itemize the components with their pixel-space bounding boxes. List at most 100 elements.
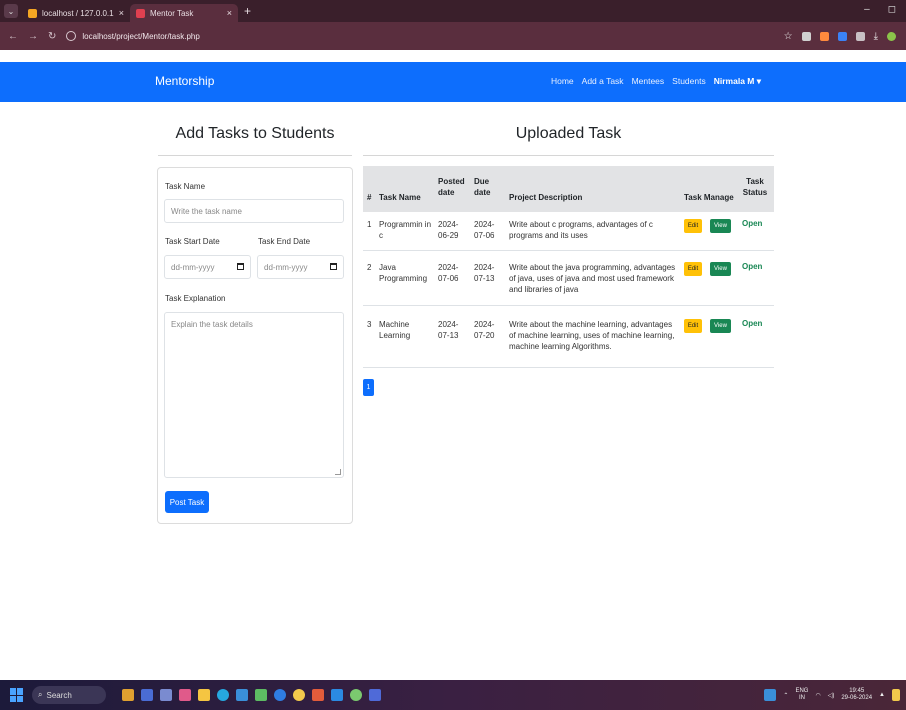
tab-search-icon[interactable]: ⌄ <box>4 4 18 18</box>
new-tab-button[interactable]: + <box>244 4 251 18</box>
close-tab-icon[interactable]: × <box>227 8 232 18</box>
col-header-description: Project Description <box>509 193 583 202</box>
row-task-name: Programmin in c <box>379 220 432 240</box>
clock[interactable]: 19:45 29-06-2024 <box>841 688 872 702</box>
app-icon[interactable] <box>236 689 248 701</box>
app-icon[interactable] <box>255 689 267 701</box>
nav-add-task[interactable]: Add a Task <box>582 76 624 87</box>
windows-start-icon[interactable] <box>10 688 24 702</box>
row-posted-date: 2024-07-06 <box>438 263 459 283</box>
brand-link[interactable]: Mentorship <box>155 74 214 88</box>
nav-links: Home Add a Task Mentees Students Nirmala… <box>551 76 761 87</box>
row-posted-date: 2024-07-13 <box>438 320 459 340</box>
url-text: localhost/project/Mentor/task.php <box>82 31 200 41</box>
chevron-up-icon[interactable]: ⌃ <box>783 692 788 699</box>
close-tab-icon[interactable]: × <box>119 8 124 18</box>
view-button[interactable]: View <box>710 319 731 333</box>
app-icon[interactable] <box>369 689 381 701</box>
add-tasks-heading: Add Tasks to Students <box>175 125 335 142</box>
edit-button[interactable]: Edit <box>684 262 702 276</box>
tab-phpmyadmin[interactable]: localhost / 127.0.0.1 | phpMyA × <box>22 4 130 22</box>
row-description: Write about c programs, advantages of c … <box>509 220 653 240</box>
app-icon[interactable] <box>274 689 286 701</box>
system-tray: ⌃ ENG IN ◠ ◁) 19:45 29-06-2024 ▲ <box>764 688 900 702</box>
start-date-input[interactable]: dd-mm-yyyy <box>164 255 251 279</box>
calendar-icon[interactable] <box>237 263 244 270</box>
end-date-input[interactable]: dd-mm-yyyy <box>257 255 344 279</box>
extensions-puzzle-icon[interactable] <box>855 31 865 41</box>
start-date-label: Task Start Date <box>165 237 220 246</box>
task-name-input[interactable]: Write the task name <box>164 199 344 223</box>
calendar-icon[interactable] <box>330 263 337 270</box>
app-icon[interactable] <box>122 689 134 701</box>
col-header-number: # <box>367 193 372 202</box>
edit-button[interactable]: Edit <box>684 219 702 233</box>
row-due-date: 2024-07-06 <box>474 220 495 240</box>
file-explorer-icon[interactable] <box>198 689 210 701</box>
extension-icon[interactable] <box>801 31 811 41</box>
browser-tab-bar: ⌄ localhost / 127.0.0.1 | phpMyA × Mento… <box>0 0 906 22</box>
row-number: 1 <box>367 220 372 229</box>
back-arrow-icon[interactable]: ← <box>8 31 18 42</box>
profile-avatar-icon[interactable] <box>887 31 896 41</box>
widgets-icon[interactable] <box>892 689 900 701</box>
nav-home[interactable]: Home <box>551 76 574 87</box>
app-icon[interactable] <box>312 689 324 701</box>
view-button[interactable]: View <box>710 262 731 276</box>
extension-icon[interactable] <box>819 31 829 41</box>
resize-handle-icon[interactable] <box>335 469 341 475</box>
app-icon[interactable] <box>160 689 172 701</box>
view-button[interactable]: View <box>710 219 731 233</box>
wifi-icon[interactable]: ◠ <box>815 692 820 699</box>
url-field[interactable]: localhost/project/Mentor/task.php <box>66 26 783 46</box>
row-description: Write about the machine learning, advant… <box>509 320 675 351</box>
clock-date: 29-06-2024 <box>841 695 873 701</box>
chrome-icon[interactable] <box>293 689 305 701</box>
divider <box>158 155 352 156</box>
restore-button[interactable]: ◻ <box>888 4 896 15</box>
minimize-button[interactable]: – <box>864 4 870 15</box>
taskbar-apps <box>122 689 381 701</box>
edge-icon[interactable] <box>217 689 229 701</box>
end-date-label: Task End Date <box>258 237 311 246</box>
edit-button[interactable]: Edit <box>684 319 702 333</box>
status-badge: Open <box>742 219 763 228</box>
row-due-date: 2024-07-13 <box>474 263 495 283</box>
status-badge: Open <box>742 319 763 328</box>
user-menu[interactable]: Nirmala M ▾ <box>714 76 761 87</box>
volume-icon[interactable]: ◁) <box>828 692 835 699</box>
notification-bell-icon[interactable]: ▲ <box>879 692 885 698</box>
language-indicator[interactable]: ENG IN <box>795 688 808 702</box>
tab-mentor-task[interactable]: Mentor Task × <box>130 4 238 22</box>
app-icon[interactable] <box>350 689 362 701</box>
col-header-task-status: Task Status <box>742 177 768 197</box>
nav-students[interactable]: Students <box>672 76 706 87</box>
task-explanation-placeholder: Explain the task details <box>171 320 253 329</box>
forward-arrow-icon[interactable]: → <box>28 31 38 42</box>
os-taskbar: ⌕ Search ⌃ ENG IN ◠ ◁) 19:45 29-06-2024 … <box>0 680 906 710</box>
start-date-placeholder: dd-mm-yyyy <box>171 263 215 272</box>
task-explanation-textarea[interactable]: Explain the task details <box>164 312 344 478</box>
status-badge: Open <box>742 262 763 271</box>
tray-app-icon[interactable] <box>764 689 777 701</box>
app-icon[interactable] <box>179 689 191 701</box>
download-icon[interactable]: ⤓ <box>874 31 878 42</box>
vscode-icon[interactable] <box>331 689 343 701</box>
row-posted-date: 2024-06-29 <box>438 220 459 240</box>
site-info-icon[interactable] <box>66 31 77 41</box>
app-icon[interactable] <box>141 689 153 701</box>
reload-icon[interactable]: ↻ <box>48 31 56 42</box>
phpmyadmin-icon <box>28 8 37 18</box>
nav-mentees[interactable]: Mentees <box>632 76 665 87</box>
tab-title: Mentor Task <box>150 8 194 18</box>
clock-time: 19:45 <box>849 688 865 694</box>
star-icon[interactable]: ☆ <box>784 31 793 42</box>
extension-icon[interactable] <box>837 31 847 41</box>
taskbar-search[interactable]: ⌕ Search <box>32 686 106 704</box>
row-number: 2 <box>367 263 372 272</box>
pagination-page-1[interactable]: 1 <box>363 379 374 396</box>
extension-icons: ☆ ⤓ <box>784 31 896 42</box>
uploaded-task-heading: Uploaded Task <box>515 125 622 142</box>
post-task-button[interactable]: Post Task <box>165 491 209 513</box>
app-navbar: Mentorship Home Add a Task Mentees Stude… <box>0 62 906 102</box>
